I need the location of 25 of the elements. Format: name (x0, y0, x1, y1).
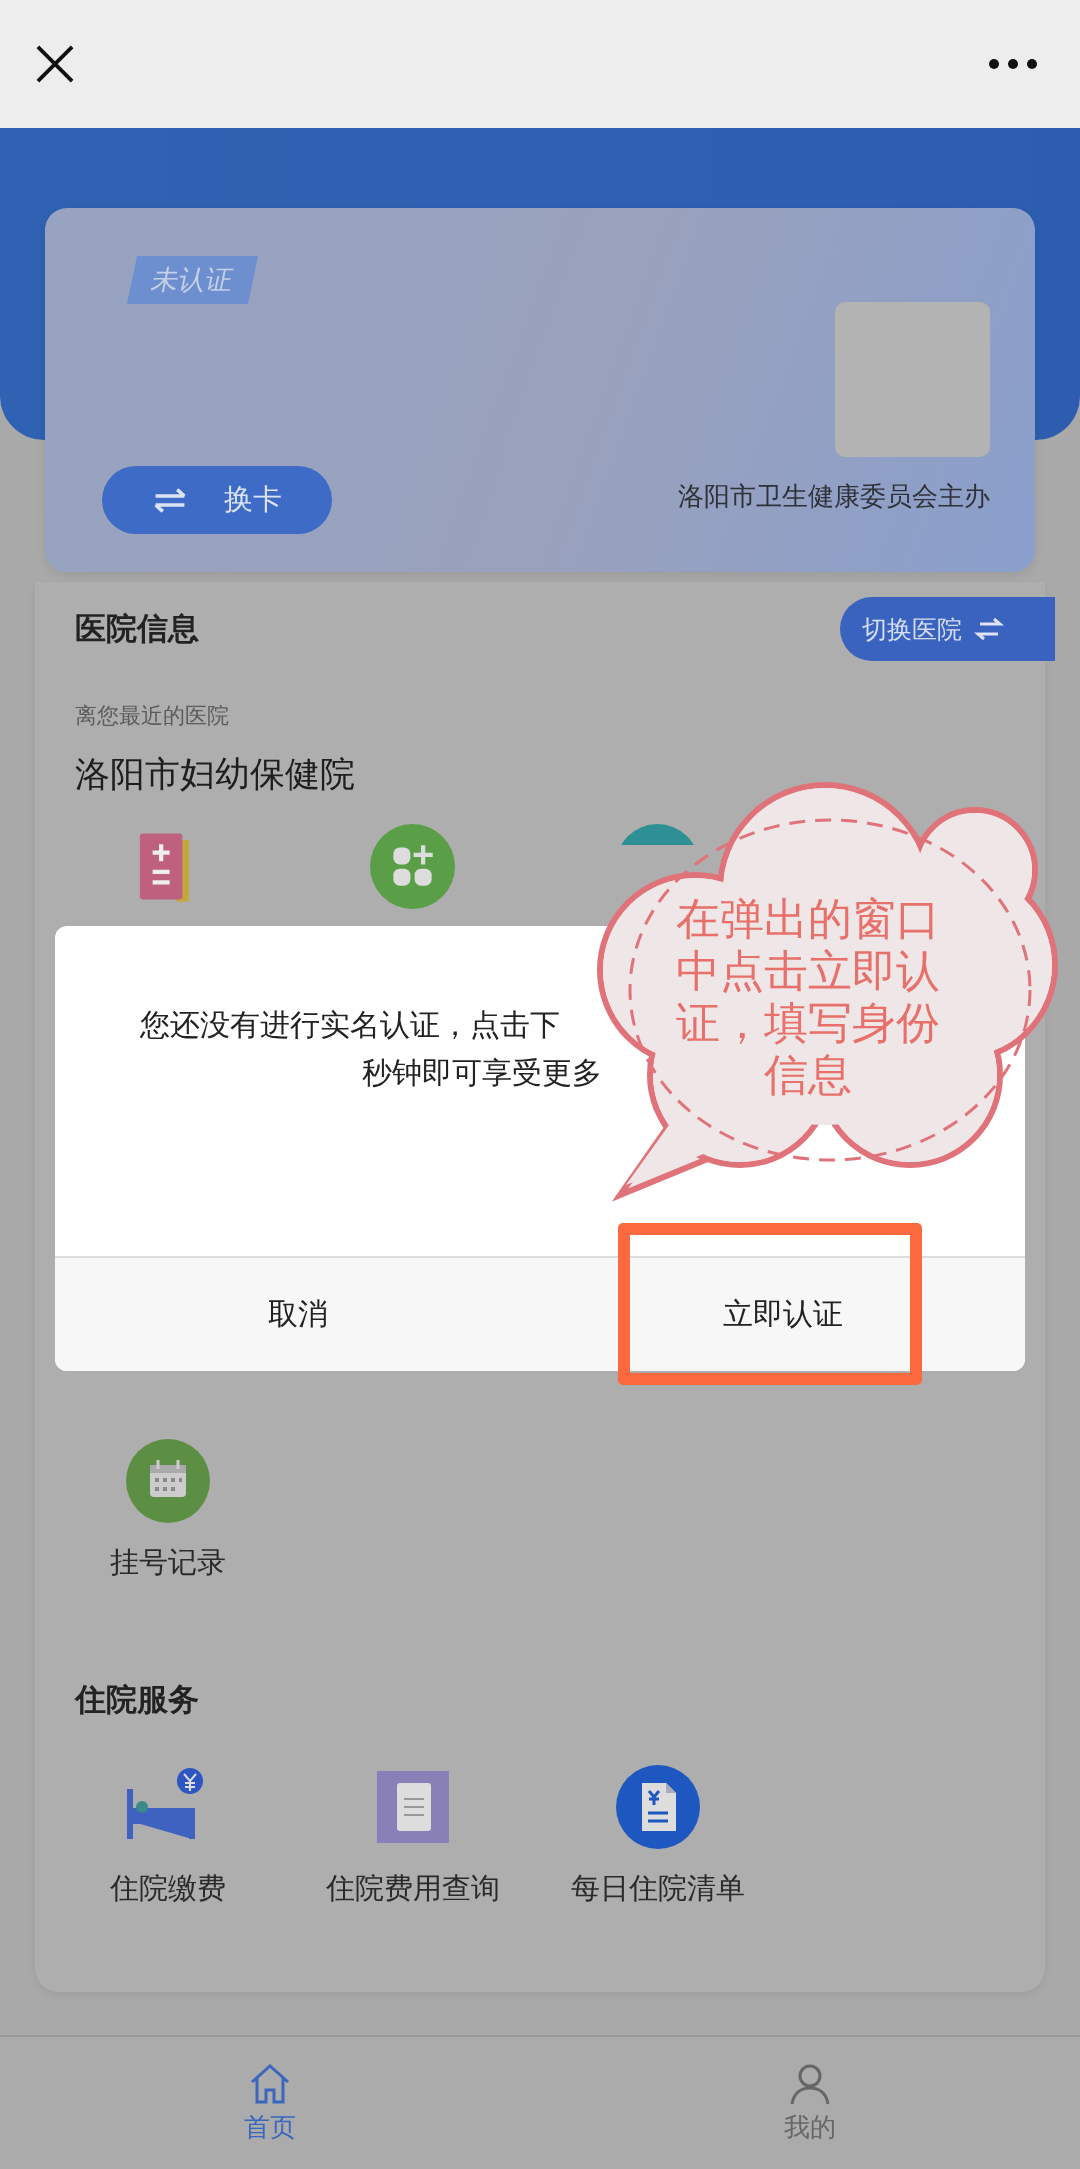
switch-hospital-button[interactable]: 切换医院 (840, 597, 1055, 661)
hospital-name: 洛阳市妇幼保健院 (75, 753, 356, 796)
swap-icon (152, 486, 188, 514)
callout-text: 在弹出的窗口中点击立即认证，填写身份信息 (676, 893, 940, 1101)
home-icon (248, 2061, 292, 2106)
grid-item[interactable]: 挂号记录 (109, 1439, 226, 1583)
grid-item[interactable]: 住院缴费 (109, 1765, 226, 1909)
section-title: 医院信息 (75, 609, 199, 648)
nearest-label: 离您最近的医院 (75, 702, 230, 730)
dialog-button[interactable]: 立即认证 (540, 1258, 1025, 1371)
dialog-message: 秒钟即可享受更多 (362, 1054, 602, 1092)
sponsor-text: 洛阳市卫生健康委员会主办 (678, 479, 990, 513)
close-icon[interactable] (36, 45, 74, 83)
app-grid-icon[interactable] (370, 824, 455, 909)
dialog-button[interactable]: 取消 (55, 1258, 540, 1371)
section-title: 住院服务 (75, 1680, 200, 1719)
grid-item[interactable]: 每日住院清单 (570, 1765, 745, 1909)
switch-card-button[interactable]: 换卡 (102, 466, 332, 534)
bill-icon (615, 1765, 700, 1849)
dialog-message: 您还没有进行实名认证，点击下 (140, 1006, 560, 1044)
status-tag: 未认证 (126, 256, 259, 304)
more-icon[interactable] (988, 58, 1038, 70)
swap-icon (974, 616, 1004, 642)
grid-item[interactable]: 住院费用查询 (325, 1765, 500, 1909)
calendar-icon (125, 1439, 210, 1523)
